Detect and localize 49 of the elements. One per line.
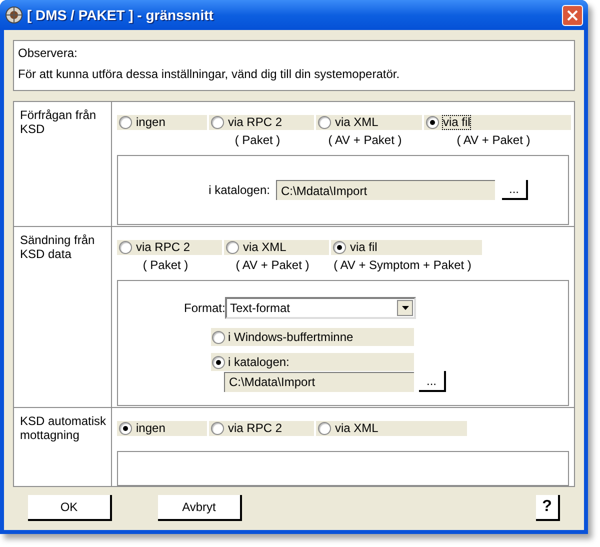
app-icon — [5, 6, 23, 24]
radio-option[interactable]: i katalogen: — [211, 353, 414, 371]
radio-button[interactable] — [318, 116, 331, 129]
radio-option[interactable]: via XML — [316, 115, 422, 130]
option-sublabel: ( AV + Paket ) — [328, 132, 403, 149]
radio-option[interactable]: via fil — [424, 115, 571, 130]
radio-option[interactable]: via RPC 2 — [209, 421, 314, 436]
radio-button[interactable] — [119, 116, 132, 129]
radio-button[interactable] — [426, 116, 439, 129]
dialog-button[interactable]: Avbryt — [158, 495, 242, 521]
option-sublabel: ( AV + Paket ) — [456, 132, 532, 149]
radio-option[interactable]: i Windows-buffertminne — [211, 328, 414, 346]
radio-button[interactable] — [119, 241, 132, 254]
radio-button[interactable] — [212, 356, 225, 368]
path-field[interactable]: C:\Mdata\Import — [224, 372, 414, 392]
browse-button[interactable]: ... — [419, 371, 446, 392]
radio-option[interactable]: via fil — [331, 240, 482, 255]
radio-button[interactable] — [226, 241, 239, 254]
option-sublabel: ( Paket ) — [234, 132, 282, 149]
window-title: [ DMS / PAKET ] - gränssnitt — [27, 6, 214, 25]
notice-text: För att kunna utföra dessa inställningar, vänd dig till din systemoperatör. — [18, 66, 401, 83]
radio-button[interactable] — [119, 422, 132, 435]
section-label: Förfrågan från KSD — [20, 108, 98, 136]
radio-option[interactable]: via RPC 2 — [209, 115, 314, 130]
radio-option[interactable]: ingen — [117, 115, 207, 130]
radio-button[interactable] — [212, 330, 225, 344]
section-label: Sändning från KSD data — [20, 233, 96, 261]
option-sublabel: ( AV + Paket ) — [236, 257, 310, 274]
radio-option[interactable]: via XML — [316, 421, 467, 436]
radio-button[interactable] — [211, 116, 224, 129]
close-button[interactable] — [562, 4, 583, 26]
notice-heading: Observera: — [18, 45, 78, 62]
radio-button[interactable] — [318, 422, 331, 435]
help-button[interactable]: ? — [536, 495, 560, 521]
option-sublabel: ( AV + Symptom + Paket ) — [334, 257, 472, 274]
radio-button[interactable] — [211, 422, 224, 435]
close-icon — [567, 10, 578, 20]
radio-button[interactable] — [333, 241, 346, 254]
radio-option[interactable]: via RPC 2 — [117, 240, 222, 255]
radio-option[interactable]: ingen — [117, 421, 207, 436]
format-label: Format: — [184, 300, 222, 317]
path-field[interactable]: C:\Mdata\Import — [276, 180, 495, 200]
browse-button[interactable]: ... — [502, 180, 528, 200]
format-dropdown[interactable]: Text-format — [225, 297, 416, 319]
section-label: KSD automatisk mottagning — [20, 414, 108, 442]
option-sublabel: ( Paket ) — [142, 257, 190, 274]
dialog-button[interactable]: OK — [28, 495, 112, 521]
field-label: i katalogen: — [208, 182, 270, 199]
radio-option[interactable]: via XML — [224, 240, 329, 255]
